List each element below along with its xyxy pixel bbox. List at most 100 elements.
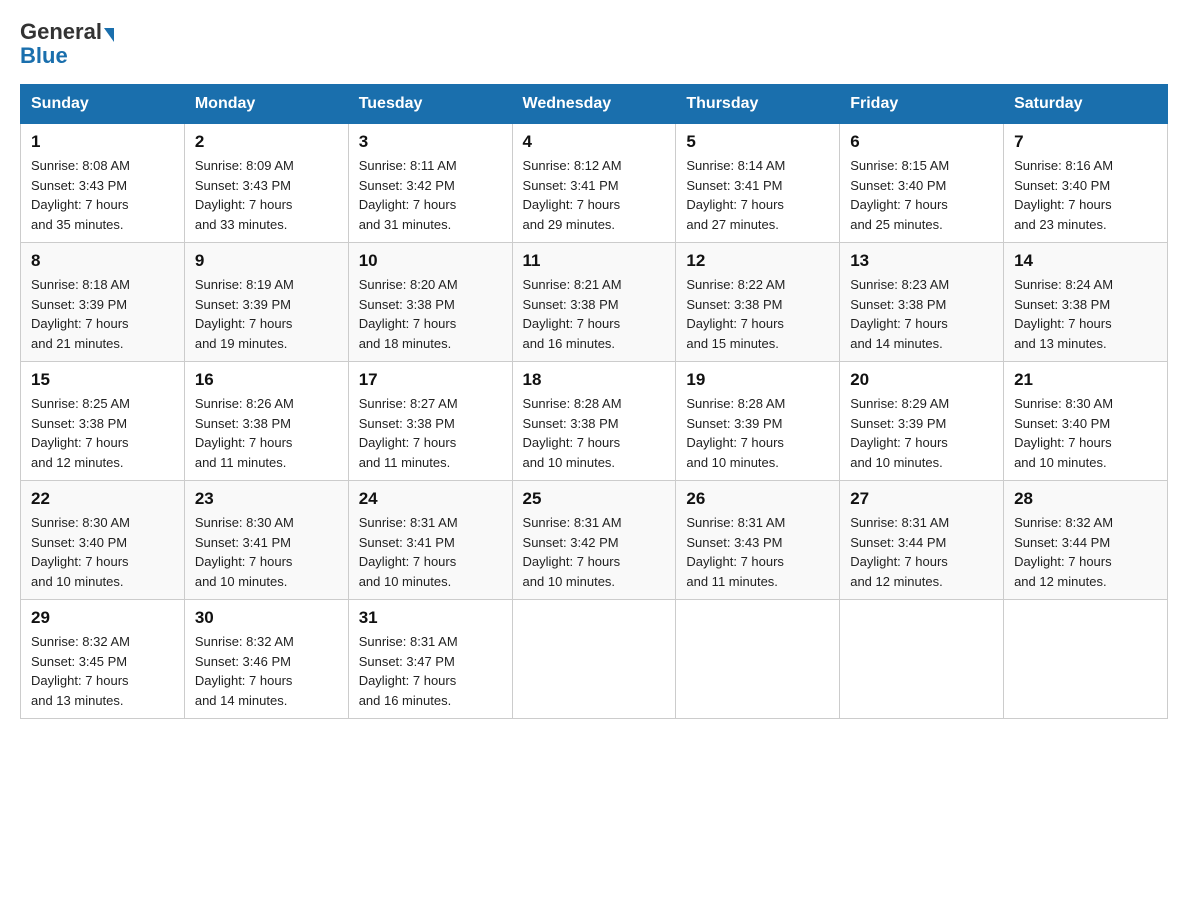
calendar-cell: 12 Sunrise: 8:22 AMSunset: 3:38 PMDaylig… bbox=[676, 243, 840, 362]
calendar-week-row: 22 Sunrise: 8:30 AMSunset: 3:40 PMDaylig… bbox=[21, 481, 1168, 600]
calendar-cell: 24 Sunrise: 8:31 AMSunset: 3:41 PMDaylig… bbox=[348, 481, 512, 600]
day-number: 12 bbox=[686, 251, 829, 271]
day-number: 30 bbox=[195, 608, 338, 628]
calendar-cell: 31 Sunrise: 8:31 AMSunset: 3:47 PMDaylig… bbox=[348, 600, 512, 719]
day-info: Sunrise: 8:23 AMSunset: 3:38 PMDaylight:… bbox=[850, 275, 993, 353]
calendar-cell: 20 Sunrise: 8:29 AMSunset: 3:39 PMDaylig… bbox=[840, 362, 1004, 481]
calendar-cell: 22 Sunrise: 8:30 AMSunset: 3:40 PMDaylig… bbox=[21, 481, 185, 600]
day-info: Sunrise: 8:24 AMSunset: 3:38 PMDaylight:… bbox=[1014, 275, 1157, 353]
day-info: Sunrise: 8:29 AMSunset: 3:39 PMDaylight:… bbox=[850, 394, 993, 472]
day-number: 24 bbox=[359, 489, 502, 509]
calendar-cell: 11 Sunrise: 8:21 AMSunset: 3:38 PMDaylig… bbox=[512, 243, 676, 362]
day-info: Sunrise: 8:26 AMSunset: 3:38 PMDaylight:… bbox=[195, 394, 338, 472]
day-number: 25 bbox=[523, 489, 666, 509]
day-info: Sunrise: 8:14 AMSunset: 3:41 PMDaylight:… bbox=[686, 156, 829, 234]
calendar-cell: 23 Sunrise: 8:30 AMSunset: 3:41 PMDaylig… bbox=[184, 481, 348, 600]
day-header-wednesday: Wednesday bbox=[512, 85, 676, 124]
day-info: Sunrise: 8:18 AMSunset: 3:39 PMDaylight:… bbox=[31, 275, 174, 353]
logo-blue: Blue bbox=[20, 44, 68, 68]
logo: General Blue bbox=[20, 20, 114, 68]
day-info: Sunrise: 8:25 AMSunset: 3:38 PMDaylight:… bbox=[31, 394, 174, 472]
day-info: Sunrise: 8:27 AMSunset: 3:38 PMDaylight:… bbox=[359, 394, 502, 472]
calendar-cell: 29 Sunrise: 8:32 AMSunset: 3:45 PMDaylig… bbox=[21, 600, 185, 719]
calendar-cell: 7 Sunrise: 8:16 AMSunset: 3:40 PMDayligh… bbox=[1004, 124, 1168, 243]
day-info: Sunrise: 8:31 AMSunset: 3:43 PMDaylight:… bbox=[686, 513, 829, 591]
day-number: 10 bbox=[359, 251, 502, 271]
day-info: Sunrise: 8:31 AMSunset: 3:47 PMDaylight:… bbox=[359, 632, 502, 710]
day-info: Sunrise: 8:19 AMSunset: 3:39 PMDaylight:… bbox=[195, 275, 338, 353]
day-number: 11 bbox=[523, 251, 666, 271]
calendar-cell: 26 Sunrise: 8:31 AMSunset: 3:43 PMDaylig… bbox=[676, 481, 840, 600]
calendar-cell: 13 Sunrise: 8:23 AMSunset: 3:38 PMDaylig… bbox=[840, 243, 1004, 362]
day-number: 21 bbox=[1014, 370, 1157, 390]
calendar-cell: 25 Sunrise: 8:31 AMSunset: 3:42 PMDaylig… bbox=[512, 481, 676, 600]
day-number: 18 bbox=[523, 370, 666, 390]
day-info: Sunrise: 8:16 AMSunset: 3:40 PMDaylight:… bbox=[1014, 156, 1157, 234]
calendar-cell: 4 Sunrise: 8:12 AMSunset: 3:41 PMDayligh… bbox=[512, 124, 676, 243]
calendar-cell: 2 Sunrise: 8:09 AMSunset: 3:43 PMDayligh… bbox=[184, 124, 348, 243]
calendar-header-row: SundayMondayTuesdayWednesdayThursdayFrid… bbox=[21, 85, 1168, 124]
day-info: Sunrise: 8:12 AMSunset: 3:41 PMDaylight:… bbox=[523, 156, 666, 234]
day-number: 2 bbox=[195, 132, 338, 152]
day-number: 9 bbox=[195, 251, 338, 271]
day-number: 7 bbox=[1014, 132, 1157, 152]
day-header-saturday: Saturday bbox=[1004, 85, 1168, 124]
day-number: 3 bbox=[359, 132, 502, 152]
day-info: Sunrise: 8:31 AMSunset: 3:44 PMDaylight:… bbox=[850, 513, 993, 591]
calendar-week-row: 8 Sunrise: 8:18 AMSunset: 3:39 PMDayligh… bbox=[21, 243, 1168, 362]
day-number: 8 bbox=[31, 251, 174, 271]
calendar-cell: 6 Sunrise: 8:15 AMSunset: 3:40 PMDayligh… bbox=[840, 124, 1004, 243]
day-number: 4 bbox=[523, 132, 666, 152]
day-info: Sunrise: 8:21 AMSunset: 3:38 PMDaylight:… bbox=[523, 275, 666, 353]
day-info: Sunrise: 8:31 AMSunset: 3:41 PMDaylight:… bbox=[359, 513, 502, 591]
calendar-cell: 1 Sunrise: 8:08 AMSunset: 3:43 PMDayligh… bbox=[21, 124, 185, 243]
day-header-sunday: Sunday bbox=[21, 85, 185, 124]
day-info: Sunrise: 8:30 AMSunset: 3:41 PMDaylight:… bbox=[195, 513, 338, 591]
calendar-cell bbox=[1004, 600, 1168, 719]
day-number: 31 bbox=[359, 608, 502, 628]
day-header-tuesday: Tuesday bbox=[348, 85, 512, 124]
day-number: 1 bbox=[31, 132, 174, 152]
day-info: Sunrise: 8:28 AMSunset: 3:39 PMDaylight:… bbox=[686, 394, 829, 472]
calendar-cell: 3 Sunrise: 8:11 AMSunset: 3:42 PMDayligh… bbox=[348, 124, 512, 243]
day-info: Sunrise: 8:31 AMSunset: 3:42 PMDaylight:… bbox=[523, 513, 666, 591]
calendar-cell: 15 Sunrise: 8:25 AMSunset: 3:38 PMDaylig… bbox=[21, 362, 185, 481]
day-number: 17 bbox=[359, 370, 502, 390]
day-number: 14 bbox=[1014, 251, 1157, 271]
calendar-cell bbox=[512, 600, 676, 719]
logo-general: General bbox=[20, 20, 102, 44]
day-number: 26 bbox=[686, 489, 829, 509]
day-number: 29 bbox=[31, 608, 174, 628]
day-info: Sunrise: 8:32 AMSunset: 3:44 PMDaylight:… bbox=[1014, 513, 1157, 591]
calendar-cell: 27 Sunrise: 8:31 AMSunset: 3:44 PMDaylig… bbox=[840, 481, 1004, 600]
calendar-cell: 14 Sunrise: 8:24 AMSunset: 3:38 PMDaylig… bbox=[1004, 243, 1168, 362]
day-number: 19 bbox=[686, 370, 829, 390]
calendar-cell: 18 Sunrise: 8:28 AMSunset: 3:38 PMDaylig… bbox=[512, 362, 676, 481]
day-info: Sunrise: 8:15 AMSunset: 3:40 PMDaylight:… bbox=[850, 156, 993, 234]
day-number: 22 bbox=[31, 489, 174, 509]
day-number: 5 bbox=[686, 132, 829, 152]
calendar-cell: 19 Sunrise: 8:28 AMSunset: 3:39 PMDaylig… bbox=[676, 362, 840, 481]
day-info: Sunrise: 8:30 AMSunset: 3:40 PMDaylight:… bbox=[1014, 394, 1157, 472]
page-header: General Blue bbox=[20, 20, 1168, 68]
calendar-cell bbox=[676, 600, 840, 719]
calendar-cell: 5 Sunrise: 8:14 AMSunset: 3:41 PMDayligh… bbox=[676, 124, 840, 243]
calendar-cell: 28 Sunrise: 8:32 AMSunset: 3:44 PMDaylig… bbox=[1004, 481, 1168, 600]
calendar-cell bbox=[840, 600, 1004, 719]
calendar-week-row: 15 Sunrise: 8:25 AMSunset: 3:38 PMDaylig… bbox=[21, 362, 1168, 481]
calendar-week-row: 29 Sunrise: 8:32 AMSunset: 3:45 PMDaylig… bbox=[21, 600, 1168, 719]
day-header-monday: Monday bbox=[184, 85, 348, 124]
day-info: Sunrise: 8:09 AMSunset: 3:43 PMDaylight:… bbox=[195, 156, 338, 234]
day-info: Sunrise: 8:28 AMSunset: 3:38 PMDaylight:… bbox=[523, 394, 666, 472]
calendar-cell: 9 Sunrise: 8:19 AMSunset: 3:39 PMDayligh… bbox=[184, 243, 348, 362]
day-header-thursday: Thursday bbox=[676, 85, 840, 124]
day-info: Sunrise: 8:08 AMSunset: 3:43 PMDaylight:… bbox=[31, 156, 174, 234]
calendar-cell: 8 Sunrise: 8:18 AMSunset: 3:39 PMDayligh… bbox=[21, 243, 185, 362]
day-info: Sunrise: 8:32 AMSunset: 3:45 PMDaylight:… bbox=[31, 632, 174, 710]
day-number: 13 bbox=[850, 251, 993, 271]
day-info: Sunrise: 8:11 AMSunset: 3:42 PMDaylight:… bbox=[359, 156, 502, 234]
calendar-cell: 17 Sunrise: 8:27 AMSunset: 3:38 PMDaylig… bbox=[348, 362, 512, 481]
day-info: Sunrise: 8:22 AMSunset: 3:38 PMDaylight:… bbox=[686, 275, 829, 353]
day-number: 28 bbox=[1014, 489, 1157, 509]
day-number: 23 bbox=[195, 489, 338, 509]
